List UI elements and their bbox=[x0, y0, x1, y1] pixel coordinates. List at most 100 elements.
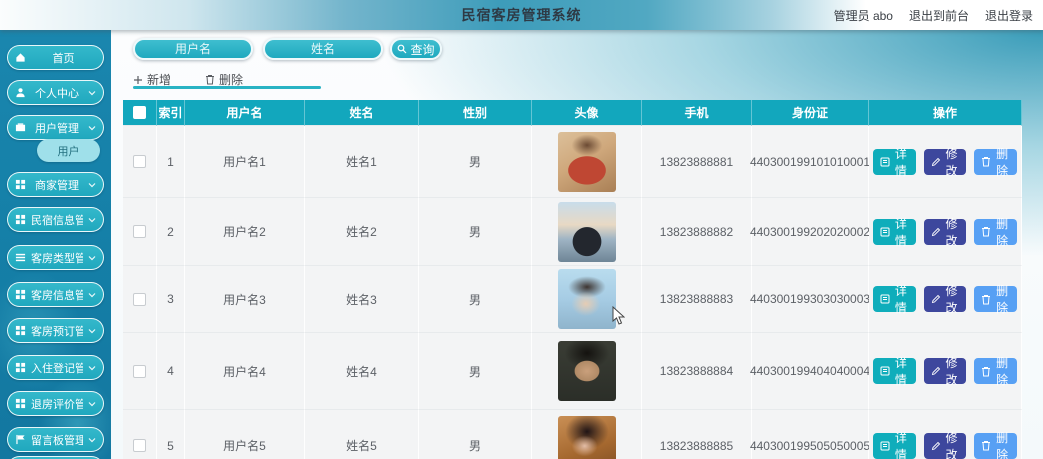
edit-button[interactable]: 修改 bbox=[923, 284, 967, 315]
search-username-input[interactable] bbox=[133, 38, 253, 60]
row-checkbox[interactable] bbox=[133, 364, 146, 378]
detail-button[interactable]: 详情 bbox=[873, 217, 916, 248]
logout-link[interactable]: 退出登录 bbox=[985, 7, 1033, 24]
row-checkbox[interactable] bbox=[133, 155, 146, 168]
sidebar-item-message-board-management[interactable]: 留言板管理 bbox=[7, 427, 104, 452]
grid-icon bbox=[15, 179, 26, 190]
grid-icon bbox=[15, 289, 26, 300]
sidebar-item-room-booking-management[interactable]: 客房预订管理 bbox=[7, 318, 104, 343]
delete-row-button[interactable]: 删除 bbox=[974, 431, 1018, 459]
delete-row-button[interactable]: 删除 bbox=[974, 284, 1018, 315]
cell-phone: 13823888885 bbox=[642, 410, 752, 459]
edit-button-label: 修改 bbox=[945, 216, 958, 248]
column-header-phone: 手机 bbox=[642, 100, 752, 126]
pencil-icon bbox=[931, 227, 941, 237]
cell-idcard: 440300199101010001 bbox=[750, 126, 870, 198]
sidebar-item-merchant-management[interactable]: 商家管理 bbox=[7, 172, 104, 197]
edit-button-label: 修改 bbox=[945, 146, 958, 178]
column-header-avatar: 头像 bbox=[532, 100, 642, 126]
edit-button[interactable]: 修改 bbox=[923, 431, 967, 459]
cell-username: 用户名1 bbox=[185, 126, 305, 198]
sidebar-item-label: 个人中心 bbox=[35, 87, 79, 100]
admin-user-label: 管理员 abo bbox=[833, 8, 893, 23]
row-checkbox[interactable] bbox=[133, 292, 146, 306]
sidebar-item-room-info-management[interactable]: 客房信息管理 bbox=[7, 282, 104, 307]
delete-button-label: 删除 bbox=[996, 146, 1009, 178]
sidebar-item-label: 客房类型管理 bbox=[31, 252, 83, 265]
sidebar-item-homestay-info-management[interactable]: 民宿信息管理 bbox=[7, 207, 104, 232]
pencil-icon bbox=[931, 441, 941, 451]
sidebar-item-label: 用户管理 bbox=[35, 122, 79, 135]
detail-button-label: 详情 bbox=[894, 146, 907, 178]
detail-button-label: 详情 bbox=[894, 356, 907, 387]
search-name-input[interactable] bbox=[263, 38, 383, 60]
exit-to-front-link[interactable]: 退出到前台 bbox=[909, 7, 969, 24]
cell-gender: 男 bbox=[419, 410, 532, 459]
topbar: 民宿客房管理系统 管理员 abo 退出到前台 退出登录 bbox=[0, 0, 1043, 30]
delete-row-button[interactable]: 删除 bbox=[974, 147, 1018, 178]
cell-phone: 13823888883 bbox=[642, 266, 752, 333]
cell-index: 2 bbox=[157, 198, 185, 266]
document-icon bbox=[880, 366, 890, 376]
edit-button[interactable]: 修改 bbox=[923, 356, 967, 387]
toolbar-underline bbox=[133, 86, 321, 89]
trash-icon bbox=[981, 156, 991, 167]
delete-row-button[interactable]: 删除 bbox=[974, 217, 1018, 248]
cell-idcard: 440300199202020002 bbox=[750, 198, 870, 266]
sidebar-item-label: 民宿信息管理 bbox=[31, 214, 83, 227]
sidebar-item-personal-center[interactable]: 个人中心 bbox=[7, 80, 104, 105]
sidebar-item-label: 入住登记管理 bbox=[31, 362, 83, 375]
delete-button-label: 删除 bbox=[996, 430, 1009, 459]
chevron-down-icon bbox=[88, 400, 96, 408]
topbar-user-area: 管理员 abo 退出到前台 退出登录 bbox=[834, 0, 1033, 30]
cell-index: 3 bbox=[157, 266, 185, 333]
detail-button[interactable]: 详情 bbox=[873, 284, 916, 315]
sidebar-item-room-type-management[interactable]: 客房类型管理 bbox=[7, 245, 104, 270]
cell-username: 用户名4 bbox=[185, 333, 305, 410]
sidebar-item-label: 客房信息管理 bbox=[31, 289, 83, 302]
delete-button-label: 删除 bbox=[996, 284, 1009, 315]
sidebar-item-user-management[interactable]: 用户管理 bbox=[7, 115, 104, 140]
cell-phone: 13823888881 bbox=[642, 126, 752, 198]
delete-row-button[interactable]: 删除 bbox=[974, 356, 1018, 387]
detail-button[interactable]: 详情 bbox=[873, 147, 916, 178]
select-all-checkbox[interactable] bbox=[133, 106, 146, 119]
sidebar-item-checkin-management[interactable]: 入住登记管理 bbox=[7, 355, 104, 380]
sidebar-subitem-user[interactable]: 用户 bbox=[37, 139, 100, 162]
grid-icon bbox=[15, 398, 26, 409]
cell-idcard: 440300199303030003 bbox=[750, 266, 870, 333]
trash-icon bbox=[981, 366, 991, 377]
sidebar-item-checkout-review-management[interactable]: 退房评价管理 bbox=[7, 391, 104, 416]
chevron-down-icon bbox=[88, 254, 96, 262]
trash-icon bbox=[981, 294, 991, 305]
detail-button[interactable]: 详情 bbox=[873, 356, 916, 387]
cell-username: 用户名2 bbox=[185, 198, 305, 266]
mouse-cursor bbox=[612, 306, 625, 325]
edit-button[interactable]: 修改 bbox=[923, 217, 967, 248]
column-header-idcard: 身份证 bbox=[752, 100, 869, 126]
badge-icon bbox=[15, 122, 26, 133]
main-content: 查询 新增 删除 索引 用户名 姓名 性别 头像 手机 bbox=[111, 30, 1043, 459]
table-row: 4 用户名4 姓名4 男 13823888884 440300199404040… bbox=[123, 333, 1022, 410]
sidebar-item-label: 商家管理 bbox=[35, 179, 79, 192]
chevron-down-icon bbox=[88, 291, 96, 299]
cell-idcard: 440300199404040004 bbox=[750, 333, 870, 410]
home-icon bbox=[15, 52, 26, 63]
search-icon bbox=[397, 44, 407, 54]
edit-button[interactable]: 修改 bbox=[923, 147, 967, 178]
sidebar-item-label: 客房预订管理 bbox=[31, 325, 83, 338]
detail-button[interactable]: 详情 bbox=[873, 431, 916, 459]
chevron-down-icon bbox=[88, 124, 96, 132]
row-checkbox[interactable] bbox=[133, 439, 146, 452]
detail-button-label: 详情 bbox=[894, 430, 907, 459]
chevron-down-icon bbox=[88, 216, 96, 224]
table-row: 3 用户名3 姓名3 男 13823888883 440300199303030… bbox=[123, 266, 1022, 333]
search-button[interactable]: 查询 bbox=[390, 38, 442, 60]
trash-icon bbox=[981, 226, 991, 237]
cell-name: 姓名4 bbox=[305, 333, 419, 410]
row-checkbox[interactable] bbox=[133, 225, 146, 238]
column-header-name: 姓名 bbox=[305, 100, 419, 126]
sidebar-item-home[interactable]: 首页 bbox=[7, 45, 104, 70]
column-header-actions: 操作 bbox=[869, 100, 1022, 126]
sidebar-item-label: 退房评价管理 bbox=[31, 398, 83, 411]
